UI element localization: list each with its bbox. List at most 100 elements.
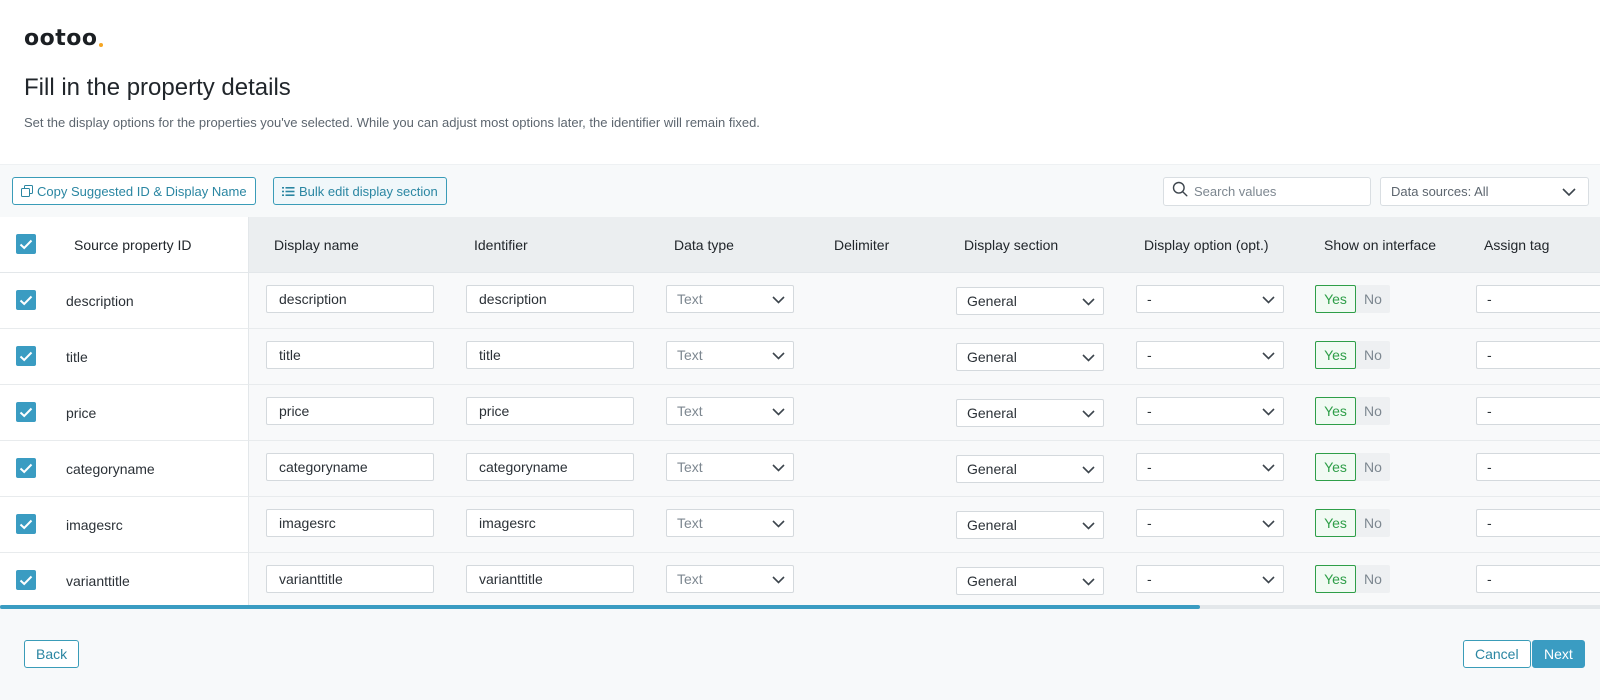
assign-tag-select[interactable]: -	[1476, 453, 1600, 481]
data-type-value: Text	[677, 459, 703, 475]
col-identifier: Identifier	[474, 237, 528, 253]
display-section-value: General	[967, 517, 1017, 533]
display-name-input[interactable]	[266, 453, 434, 481]
col-delimiter: Delimiter	[834, 237, 890, 253]
assign-tag-select[interactable]: -	[1476, 285, 1600, 313]
col-assign-tag: Assign tag	[1484, 237, 1550, 253]
identifier-input[interactable]	[466, 509, 634, 537]
row-checkbox[interactable]	[16, 290, 36, 310]
assign-tag-select[interactable]: -	[1476, 341, 1600, 369]
chevron-down-icon	[1262, 571, 1275, 587]
yes-option[interactable]: Yes	[1315, 341, 1356, 369]
chevron-down-icon	[1082, 349, 1095, 365]
yes-option[interactable]: Yes	[1315, 509, 1356, 537]
properties-table: Source property ID Display name Identifi…	[0, 217, 1600, 608]
row-checkbox[interactable]	[16, 514, 36, 534]
no-option[interactable]: No	[1356, 341, 1390, 369]
search-input[interactable]	[1194, 184, 1364, 199]
table-row: categoryname Text General - YesNo -	[0, 441, 1600, 497]
check-icon	[19, 407, 33, 417]
next-button[interactable]: Next	[1532, 640, 1585, 668]
col-data-type: Data type	[674, 237, 734, 253]
yes-option[interactable]: Yes	[1315, 565, 1356, 593]
identifier-input[interactable]	[466, 453, 634, 481]
identifier-input[interactable]	[466, 397, 634, 425]
row-checkbox[interactable]	[16, 346, 36, 366]
display-option-value: -	[1147, 515, 1152, 531]
check-icon	[19, 351, 33, 361]
row-checkbox[interactable]	[16, 570, 36, 590]
display-name-input[interactable]	[266, 341, 434, 369]
data-type-select[interactable]: Text	[666, 453, 794, 481]
display-section-select[interactable]: General	[956, 343, 1104, 371]
chevron-down-icon	[1262, 515, 1275, 531]
data-sources-select[interactable]: Data sources: All	[1380, 177, 1589, 206]
no-option[interactable]: No	[1356, 453, 1390, 481]
show-on-interface-toggle: Yes No	[1315, 453, 1390, 481]
display-option-value: -	[1147, 459, 1152, 475]
source-property-id: description	[66, 293, 134, 309]
yes-option[interactable]: Yes	[1315, 397, 1356, 425]
display-option-select[interactable]: -	[1136, 285, 1284, 313]
assign-tag-value: -	[1487, 459, 1492, 475]
display-section-select[interactable]: General	[956, 287, 1104, 315]
display-name-input[interactable]	[266, 509, 434, 537]
data-type-select[interactable]: Text	[666, 565, 794, 593]
no-option[interactable]: No	[1356, 397, 1390, 425]
source-property-id: imagesrc	[66, 517, 123, 533]
table-header: Source property ID Display name Identifi…	[0, 217, 1600, 273]
display-section-value: General	[967, 293, 1017, 309]
select-all-checkbox[interactable]	[16, 234, 36, 254]
display-option-select[interactable]: -	[1136, 453, 1284, 481]
display-section-select[interactable]: General	[956, 511, 1104, 539]
col-display-name: Display name	[274, 237, 359, 253]
assign-tag-select[interactable]: -	[1476, 509, 1600, 537]
display-option-select[interactable]: -	[1136, 565, 1284, 593]
no-option[interactable]: No	[1356, 509, 1390, 537]
data-type-select[interactable]: Text	[666, 397, 794, 425]
row-checkbox[interactable]	[16, 458, 36, 478]
display-option-select[interactable]: -	[1136, 341, 1284, 369]
row-checkbox[interactable]	[16, 402, 36, 422]
assign-tag-select[interactable]: -	[1476, 565, 1600, 593]
display-option-value: -	[1147, 571, 1152, 587]
yes-option[interactable]: Yes	[1315, 285, 1356, 313]
back-button[interactable]: Back	[24, 640, 80, 668]
table-row: imagesrc Text General - YesNo -	[0, 497, 1600, 553]
identifier-input[interactable]	[466, 285, 634, 313]
data-type-value: Text	[677, 347, 703, 363]
display-name-input[interactable]	[266, 565, 434, 593]
cancel-button[interactable]: Cancel	[1463, 640, 1531, 668]
table-row: description Text General - YesNo -	[0, 273, 1600, 329]
yes-option[interactable]: Yes	[1315, 453, 1356, 481]
chevron-down-icon	[1562, 184, 1576, 199]
display-section-select[interactable]: General	[956, 399, 1104, 427]
display-name-input[interactable]	[266, 285, 434, 313]
toolbar: Copy Suggested ID & Display Name Bulk ed…	[0, 164, 1600, 217]
chevron-down-icon	[772, 291, 785, 307]
identifier-input[interactable]	[466, 565, 634, 593]
source-property-id: varianttitle	[66, 573, 130, 589]
no-option[interactable]: No	[1356, 285, 1390, 313]
display-section-select[interactable]: General	[956, 455, 1104, 483]
data-type-select[interactable]: Text	[666, 341, 794, 369]
source-property-id: categoryname	[66, 461, 155, 477]
display-section-value: General	[967, 461, 1017, 477]
data-type-select[interactable]: Text	[666, 285, 794, 313]
bulk-edit-button[interactable]: Bulk edit display section	[273, 177, 447, 205]
copy-suggested-button[interactable]: Copy Suggested ID & Display Name	[12, 177, 256, 205]
assign-tag-value: -	[1487, 291, 1492, 307]
chevron-down-icon	[1082, 461, 1095, 477]
assign-tag-select[interactable]: -	[1476, 397, 1600, 425]
no-option[interactable]: No	[1356, 565, 1390, 593]
identifier-input[interactable]	[466, 341, 634, 369]
data-type-select[interactable]: Text	[666, 509, 794, 537]
display-section-select[interactable]: General	[956, 567, 1104, 595]
assign-tag-value: -	[1487, 571, 1492, 587]
col-display-option: Display option (opt.)	[1144, 237, 1269, 253]
display-name-input[interactable]	[266, 397, 434, 425]
display-option-select[interactable]: -	[1136, 397, 1284, 425]
assign-tag-value: -	[1487, 515, 1492, 531]
display-option-value: -	[1147, 347, 1152, 363]
display-option-select[interactable]: -	[1136, 509, 1284, 537]
